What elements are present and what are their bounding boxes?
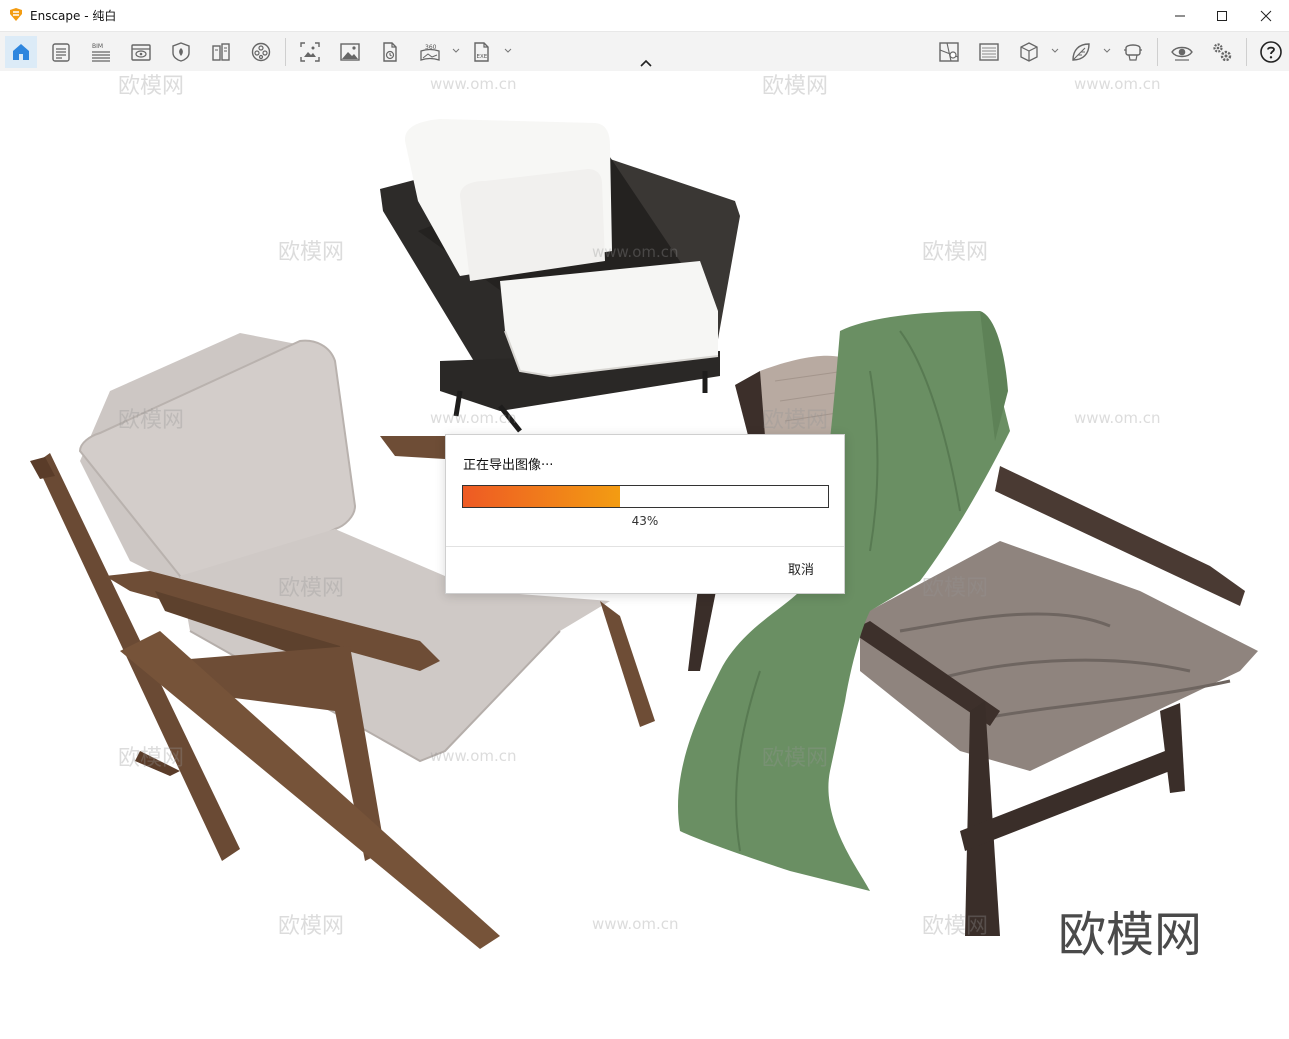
enscape-logo-icon — [10, 8, 22, 21]
cube-dropdown[interactable] — [1050, 44, 1060, 58]
view-button[interactable] — [125, 36, 157, 68]
home-icon — [13, 44, 29, 60]
help-button[interactable] — [1255, 36, 1287, 68]
bim-button[interactable]: BIM — [85, 36, 117, 68]
film-icon — [251, 42, 271, 62]
toolbar-separator — [1246, 38, 1247, 66]
asset-image-icon — [979, 43, 999, 61]
vr-headset-icon — [1124, 44, 1142, 61]
maximize-icon — [1217, 10, 1227, 21]
svg-text:欧模网: 欧模网 — [278, 240, 344, 265]
leaf-icon — [1072, 43, 1090, 61]
leaf-dropdown[interactable] — [1102, 44, 1112, 58]
render-image-button[interactable] — [334, 36, 366, 68]
dialog-divider — [446, 546, 844, 547]
progress-percentage: 43% — [631, 514, 659, 528]
image-icon — [340, 43, 360, 61]
toolbar-separator — [1157, 38, 1158, 66]
screenshot-button[interactable] — [294, 36, 326, 68]
view-icon — [131, 44, 151, 61]
cube-icon — [1020, 42, 1038, 62]
minimize-button[interactable] — [1157, 0, 1203, 31]
maximize-button[interactable] — [1199, 0, 1245, 31]
svg-text:欧模网: 欧模网 — [278, 576, 344, 601]
chevron-down-icon — [1051, 48, 1059, 53]
dialog-title: 正在导出图像··· — [463, 458, 554, 473]
map-button[interactable] — [933, 36, 965, 68]
svg-text:欧模网: 欧模网 — [762, 746, 828, 771]
armchair-dark-wood-green — [678, 311, 1258, 936]
export-progress-dialog: 正在导出图像··· 43% 取消 — [445, 434, 845, 594]
svg-text:www.om.cn: www.om.cn — [1074, 75, 1161, 93]
svg-text:EXE: EXE — [477, 54, 488, 60]
progress-fill — [463, 486, 620, 507]
map-icon — [939, 42, 959, 62]
svg-text:欧模网: 欧模网 — [922, 576, 988, 601]
close-icon — [1260, 10, 1272, 21]
help-icon — [1260, 41, 1282, 63]
chevron-down-icon — [1103, 48, 1111, 53]
close-button[interactable] — [1243, 0, 1289, 31]
svg-text:欧模网: 欧模网 — [118, 408, 184, 433]
video-editor-button[interactable] — [245, 36, 277, 68]
vr-button[interactable] — [1117, 36, 1149, 68]
exe-export-icon: EXE — [474, 42, 489, 62]
minimize-icon — [1175, 15, 1185, 16]
window-title: Enscape - 纯白 — [30, 9, 117, 23]
svg-text:欧模网: 欧模网 — [922, 240, 988, 265]
svg-text:欧模网: 欧模网 — [118, 74, 184, 99]
cube-button[interactable] — [1013, 36, 1045, 68]
home-button[interactable] — [5, 36, 37, 68]
collapse-toolbar-icon[interactable] — [637, 58, 655, 70]
document-icon — [52, 43, 70, 62]
batch-export-icon — [383, 42, 397, 62]
panorama-button[interactable]: 360 — [414, 36, 446, 68]
book-icon — [212, 43, 230, 61]
library-button[interactable] — [205, 36, 237, 68]
document-button[interactable] — [45, 36, 77, 68]
material-button[interactable] — [165, 36, 197, 68]
corner-watermark-logo: 欧模网 — [1058, 907, 1202, 963]
exe-export-button[interactable]: EXE — [466, 36, 498, 68]
svg-text:欧模网: 欧模网 — [118, 746, 184, 771]
cancel-button[interactable]: 取消 — [771, 560, 831, 582]
svg-text:欧模网: 欧模网 — [922, 914, 988, 939]
settings-icon — [1213, 43, 1232, 62]
exe-export-dropdown[interactable] — [503, 44, 513, 58]
panorama-dropdown[interactable] — [451, 44, 461, 58]
svg-text:欧模网: 欧模网 — [762, 74, 828, 99]
settings-button[interactable] — [1206, 36, 1238, 68]
batch-export-button[interactable] — [374, 36, 406, 68]
svg-text:www.om.cn: www.om.cn — [592, 915, 679, 933]
title-bar: Enscape - 纯白 — [0, 0, 1289, 31]
svg-text:www.om.cn: www.om.cn — [592, 243, 679, 261]
svg-text:www.om.cn: www.om.cn — [1074, 409, 1161, 427]
eye-icon — [1171, 46, 1193, 61]
svg-text:www.om.cn: www.om.cn — [430, 747, 517, 765]
screenshot-icon — [300, 42, 320, 62]
asset-image-button[interactable] — [973, 36, 1005, 68]
svg-text:www.om.cn: www.om.cn — [430, 75, 517, 93]
chevron-down-icon — [452, 48, 460, 53]
chevron-down-icon — [504, 48, 512, 53]
progress-bar — [462, 485, 829, 508]
panorama-360-icon: 360 — [420, 44, 440, 61]
shield-icon — [172, 42, 190, 62]
bim-icon: BIM — [92, 43, 110, 62]
armchair-dark-frame — [380, 119, 740, 433]
visual-settings-button[interactable] — [1166, 36, 1198, 68]
svg-text:欧模网: 欧模网 — [762, 408, 828, 433]
svg-text:欧模网: 欧模网 — [278, 914, 344, 939]
leaf-button[interactable] — [1065, 36, 1097, 68]
svg-text:BIM: BIM — [92, 43, 103, 50]
svg-text:www.om.cn: www.om.cn — [430, 409, 517, 427]
toolbar-separator — [285, 38, 286, 66]
